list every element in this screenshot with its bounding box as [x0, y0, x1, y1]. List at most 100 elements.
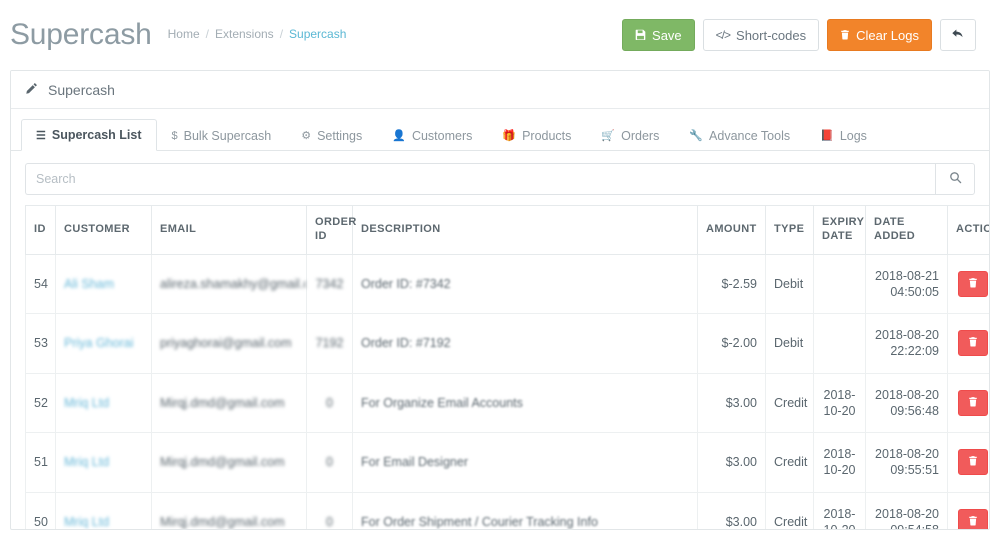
short-codes-button[interactable]: </> Short-codes [702, 19, 820, 51]
customer-link[interactable]: Ali Sham [64, 277, 114, 291]
cell-email: Mirqj.dmd@gmail.com [151, 372, 307, 433]
cell-description: Order ID: #7342 [352, 253, 698, 314]
column-header-action: ACTION [947, 205, 989, 255]
cell-amount: $3.00 [697, 491, 766, 529]
table-row: 50 Mriq Ltd Mirqj.dmd@gmail.com 0 For Or… [25, 491, 989, 529]
breadcrumb-item-extensions[interactable]: Extensions [215, 27, 274, 41]
cell-date-added: 2018-08-20 22:22:09 [865, 313, 948, 374]
cell-description: For Order Shipment / Courier Tracking In… [352, 491, 698, 529]
cell-expiry-date: 2018- 10-20 [813, 491, 866, 529]
cell-description: For Email Designer [352, 432, 698, 493]
table-body: 54 Ali Sham alireza.shamakhy@gmail.com 7… [25, 253, 989, 529]
cell-date-added: 2018-08-20 09:56:48 [865, 372, 948, 433]
table-container: ID CUSTOMER EMAIL ORDER ID DESCRIPTION A… [11, 205, 989, 529]
supercash-table: ID CUSTOMER EMAIL ORDER ID DESCRIPTION A… [25, 205, 989, 529]
cell-amount: $-2.00 [697, 313, 766, 374]
cell-id: 54 [25, 253, 56, 314]
cart-icon: 🛒 [601, 130, 616, 142]
save-button[interactable]: Save [622, 19, 695, 51]
tab-label: Supercash List [51, 128, 142, 142]
dollar-icon: $ [171, 129, 178, 142]
panel-header: Supercash [11, 71, 989, 109]
cell-action [947, 432, 989, 493]
tab-label: Bulk Supercash [183, 128, 272, 143]
cell-type: Credit [765, 491, 814, 529]
cell-expiry-date: 2018- 10-20 [813, 372, 866, 433]
column-header-order-id[interactable]: ORDER ID [306, 205, 356, 255]
page-header: Supercash Home / Extensions / Supercash … [0, 0, 1000, 70]
column-header-date-added[interactable]: DATE ADDED [865, 205, 948, 255]
cell-type: Debit [765, 253, 814, 314]
back-button[interactable] [940, 19, 976, 51]
table-row: 53 Priya Ghorai priyaghorai@gmail.com 71… [25, 313, 989, 374]
cell-id: 50 [25, 491, 56, 529]
cell-expiry-date [813, 313, 866, 374]
wrench-icon: 🔧 [689, 130, 704, 142]
panel-title: Supercash [48, 81, 115, 98]
tab-orders[interactable]: 🛒 Orders [586, 119, 674, 151]
cell-expiry-date [813, 253, 866, 314]
tab-advance-tools[interactable]: 🔧 Advance Tools [674, 119, 805, 151]
gift-icon: 🎁 [502, 130, 517, 142]
tab-label: Logs [839, 128, 867, 143]
delete-row-button[interactable] [957, 508, 988, 529]
column-header-type[interactable]: TYPE [765, 205, 814, 255]
search-bar [11, 151, 989, 205]
cell-customer: Mriq Ltd [55, 372, 152, 433]
tab-label: Settings [317, 128, 363, 143]
delete-row-button[interactable] [957, 389, 988, 416]
column-header-description[interactable]: DESCRIPTION [352, 205, 698, 255]
search-input[interactable] [25, 163, 935, 195]
column-header-id[interactable]: ID [25, 205, 56, 255]
cell-action [947, 372, 989, 433]
tab-bulk-supercash[interactable]: $ Bulk Supercash [157, 119, 287, 151]
header-actions: Save </> Short-codes Clear Logs [622, 19, 976, 51]
tab-customers[interactable]: 👤 Customers [377, 119, 487, 151]
delete-row-button[interactable] [957, 449, 988, 476]
customer-link[interactable]: Mriq Ltd [64, 396, 109, 410]
tab-logs[interactable]: 📕 Logs [805, 119, 882, 151]
cell-action [947, 491, 989, 529]
trash-icon [840, 29, 850, 42]
cell-type: Debit [765, 313, 814, 374]
tab-settings[interactable]: ⚙ Settings [286, 119, 377, 151]
cell-email: priyaghorai@gmail.com [151, 313, 307, 374]
cell-email: Mirqj.dmd@gmail.com [151, 491, 307, 529]
column-header-email[interactable]: EMAIL [151, 205, 307, 255]
column-header-amount[interactable]: AMOUNT [697, 205, 766, 255]
cell-email: alireza.shamakhy@gmail.com [151, 253, 307, 314]
list-icon: ☰ [36, 129, 46, 142]
cell-email: Mirqj.dmd@gmail.com [151, 432, 307, 493]
breadcrumb: Home / Extensions / Supercash [168, 27, 347, 43]
column-header-customer[interactable]: CUSTOMER [55, 205, 152, 255]
supercash-panel: Supercash ☰ Supercash List $ Bulk Superc… [10, 70, 990, 530]
cell-id: 51 [25, 432, 56, 493]
cell-order-id: 7342 [306, 253, 353, 314]
customer-link[interactable]: Mriq Ltd [64, 515, 109, 529]
cell-amount: $3.00 [697, 432, 766, 493]
customer-link[interactable]: Priya Ghorai [64, 336, 133, 350]
clear-logs-button[interactable]: Clear Logs [827, 19, 932, 51]
delete-row-button[interactable] [957, 330, 988, 357]
breadcrumb-item-home[interactable]: Home [168, 27, 200, 41]
undo-arrow-icon [951, 27, 965, 43]
tab-bar: ☰ Supercash List $ Bulk Supercash ⚙ Sett… [11, 109, 989, 151]
cell-action [947, 253, 989, 314]
breadcrumb-item-supercash[interactable]: Supercash [289, 27, 346, 41]
cell-description: For Organize Email Accounts [352, 372, 698, 433]
gear-icon: ⚙ [301, 130, 312, 142]
column-header-expiry-date[interactable]: EXPIRY DATE [813, 205, 866, 255]
cell-customer: Ali Sham [55, 253, 152, 314]
table-row: 51 Mriq Ltd Mirqj.dmd@gmail.com 0 For Em… [25, 432, 989, 493]
customer-link[interactable]: Mriq Ltd [64, 455, 109, 469]
book-icon: 📕 [820, 130, 834, 142]
code-icon: </> [715, 28, 731, 42]
search-button[interactable] [935, 163, 975, 195]
search-icon [949, 171, 962, 187]
tab-products[interactable]: 🎁 Products [487, 119, 586, 151]
cell-description: Order ID: #7192 [352, 313, 698, 374]
delete-row-button[interactable] [957, 270, 988, 297]
tab-supercash-list[interactable]: ☰ Supercash List [21, 119, 157, 151]
clear-logs-button-label: Clear Logs [856, 27, 919, 43]
trash-icon [968, 336, 978, 350]
